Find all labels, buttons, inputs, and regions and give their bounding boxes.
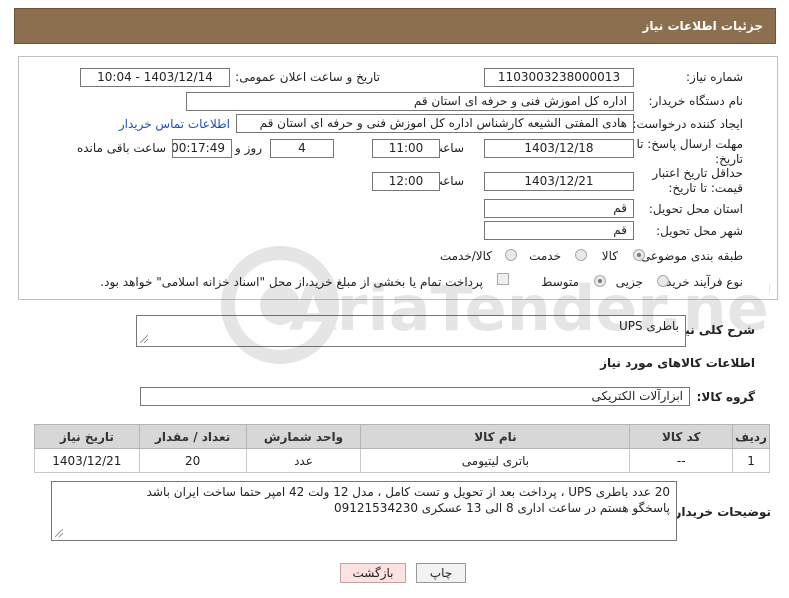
- delivery-province-label: استان محل تحویل:: [648, 202, 743, 216]
- buyer-org-label: نام دستگاه خریدار:: [648, 94, 744, 108]
- page-title: جزئیات اطلاعات نیاز: [642, 19, 763, 33]
- cell-date: 1403/12/21: [34, 448, 140, 473]
- buyer-notes-line-1: 20 عدد باطری UPS ، پرداخت بعد از تحویل و…: [146, 485, 670, 499]
- description-textarea[interactable]: باطری UPS: [136, 315, 686, 347]
- category-service-radio[interactable]: [575, 249, 587, 261]
- col-quantity-header: تعداد / مقدار: [138, 424, 247, 449]
- back-button[interactable]: بازگشت: [340, 563, 406, 583]
- subject-category-label: طبقه بندی موضوعی:: [636, 249, 743, 263]
- cell-code: --: [629, 448, 734, 473]
- treasury-payment-checkbox[interactable]: [497, 273, 509, 285]
- remaining-time-field[interactable]: 00:17:49: [172, 139, 232, 158]
- table-row: 1 -- باتری لیتیومی عدد 20 1403/12/21: [34, 448, 770, 473]
- col-name-header: نام کالا: [360, 424, 631, 449]
- category-goods-service-radio[interactable]: [505, 249, 517, 261]
- need-number-label: شماره نیاز:: [686, 70, 743, 84]
- cell-row: 1: [732, 448, 770, 473]
- page-header: جزئیات اطلاعات نیاز: [14, 8, 776, 44]
- reply-deadline-label: مهلت ارسال پاسخ: تا تاریخ:: [636, 137, 743, 166]
- col-date-header: تاریخ نیاز: [34, 424, 140, 449]
- requester-field[interactable]: هادی المفتی الشیعه کارشناس اداره کل اموز…: [236, 114, 634, 133]
- purchase-process-label: نوع فرآیند خرید :: [658, 275, 743, 289]
- price-validity-label: حداقل تاریخ اعتبار قیمت: تا تاریخ:: [652, 166, 743, 195]
- buyer-notes-label: توضیحات خریدار:: [669, 505, 771, 519]
- delivery-province-field[interactable]: قم: [484, 199, 634, 218]
- category-goods-service-label: کالا/خدمت: [439, 249, 492, 263]
- remaining-time-label: ساعت باقی مانده: [76, 141, 166, 155]
- buyer-notes-textarea[interactable]: 20 عدد باطری UPS ، پرداخت بعد از تحویل و…: [51, 481, 677, 541]
- process-medium-radio[interactable]: [594, 275, 606, 287]
- process-minor-radio[interactable]: [657, 275, 669, 287]
- col-code-header: کد کالا: [629, 424, 734, 449]
- goods-info-title: اطلاعات کالاهای مورد نیاز: [600, 356, 755, 370]
- category-goods-radio[interactable]: [633, 249, 645, 261]
- reply-deadline-date[interactable]: 1403/12/18: [484, 139, 634, 158]
- treasury-payment-note: پرداخت تمام یا بخشی از مبلغ خرید،از محل …: [100, 275, 483, 289]
- buyer-notes-line-2: پاسخگو هستم در ساعت اداری 8 الی 13 عسکری…: [334, 501, 670, 515]
- price-validity-time[interactable]: 12:00: [372, 172, 440, 191]
- items-table: ردیف کد کالا نام کالا واحد شمارش تعداد /…: [34, 424, 770, 473]
- announce-datetime-label: تاریخ و ساعت اعلان عمومی:: [235, 70, 380, 84]
- price-validity-date[interactable]: 1403/12/21: [484, 172, 634, 191]
- requester-label: ایجاد کننده درخواست:: [632, 117, 743, 131]
- category-goods-label: کالا: [601, 249, 618, 263]
- print-button[interactable]: چاپ: [416, 563, 466, 583]
- reply-days-field[interactable]: 4: [270, 139, 334, 158]
- reply-deadline-time[interactable]: 11:00: [372, 139, 440, 158]
- cell-quantity: 20: [138, 448, 247, 473]
- announce-datetime-field[interactable]: 1403/12/14 - 10:04: [80, 68, 230, 87]
- col-row-header: ردیف: [732, 424, 770, 449]
- items-table-wrapper: ردیف کد کالا نام کالا واحد شمارش تعداد /…: [34, 424, 770, 473]
- description-value: باطری UPS: [618, 319, 679, 333]
- process-medium-label: متوسط: [541, 275, 579, 289]
- cell-name: باتری لیتیومی: [360, 448, 631, 473]
- process-minor-label: جزیی: [615, 275, 643, 289]
- buyer-org-field[interactable]: اداره کل اموزش فنی و حرفه ای استان قم: [186, 92, 634, 111]
- category-service-label: خدمت: [529, 249, 561, 263]
- reply-days-label: روز و: [235, 141, 262, 155]
- goods-group-label: گروه کالا:: [696, 390, 755, 404]
- cell-unit: عدد: [245, 448, 362, 473]
- goods-group-field[interactable]: ابزارآلات الکتریکی: [140, 387, 690, 406]
- buyer-contact-link[interactable]: اطلاعات تماس خریدار: [119, 117, 230, 131]
- need-number-field[interactable]: 1103003238000013: [484, 68, 634, 87]
- col-unit-header: واحد شمارش: [245, 424, 362, 449]
- delivery-city-field[interactable]: قم: [484, 221, 634, 240]
- delivery-city-label: شهر محل تحویل:: [656, 224, 743, 238]
- items-table-header: ردیف کد کالا نام کالا واحد شمارش تعداد /…: [34, 424, 770, 449]
